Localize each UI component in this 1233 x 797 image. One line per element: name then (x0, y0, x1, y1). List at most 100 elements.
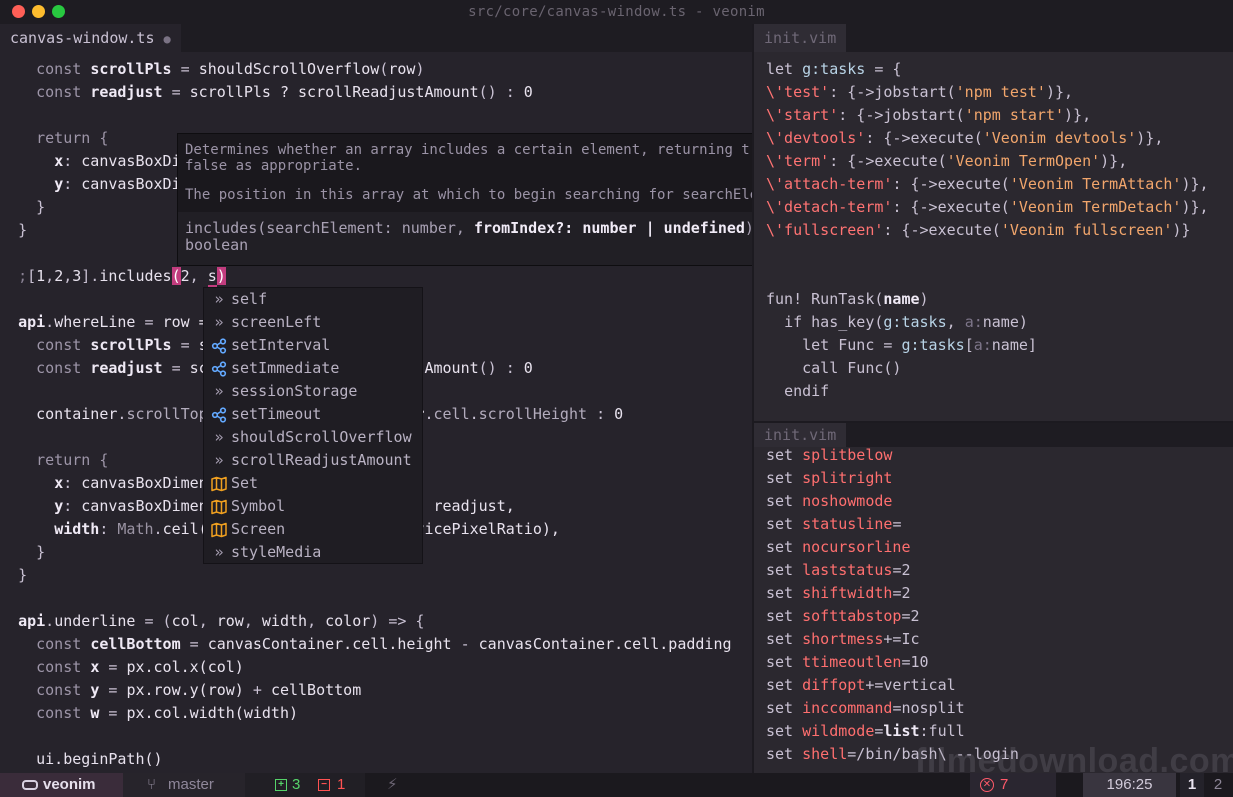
code-line: if has_key(g:tasks, a:name) (784, 313, 1028, 331)
completion-item[interactable]: Symbol (204, 495, 422, 518)
code-line: \'term': {->execute('Veonim TermOpen')}, (766, 152, 1128, 170)
window-title: src/core/canvas-window.ts - veonim (468, 4, 765, 20)
code-line: \'attach-term': {->execute('Veonim TermA… (766, 175, 1209, 193)
hover-documentation-popup: Determines whether an array includes a c… (177, 133, 831, 266)
tab-label: canvas-window.ts (10, 29, 155, 47)
text-icon: » (214, 290, 224, 308)
param-documentation: The position in this array at which to b… (185, 187, 801, 203)
code-line: const x = px.col.x(col) (36, 658, 244, 676)
completion-item[interactable]: Screen (204, 518, 422, 541)
code-line: } (36, 543, 46, 561)
code-line: api.underline = (col, row, width, color)… (18, 612, 425, 630)
completion-label: Set (231, 474, 259, 492)
tab-bar: canvas-window.ts ● (0, 24, 752, 52)
completion-item[interactable]: setTimeout (204, 403, 422, 426)
code-line: set wildmode=list:full (766, 722, 965, 740)
signature-active-param: fromIndex?: number | undefined (473, 219, 745, 237)
text-icon: » (214, 382, 224, 400)
code-line: endif (784, 382, 830, 400)
signature-line: includes(searchElement: number, fromInde… (185, 220, 815, 237)
code-line: \'fullscreen': {->execute('Veonim fullsc… (766, 221, 1191, 239)
completion-label: Screen (231, 520, 286, 538)
code-line: } (18, 221, 28, 239)
code-line: return { (36, 129, 109, 147)
completion-item[interactable]: setInterval (204, 334, 422, 357)
deletions-count: 1 (337, 776, 346, 793)
completion-label: sessionStorage (231, 382, 358, 400)
signature-return-type: boolean (185, 236, 249, 254)
doc-description-line: false as appropriate. (185, 158, 363, 174)
code-line: const w = px.col.width(width) (36, 704, 299, 722)
text-icon: » (214, 543, 224, 561)
code-line: call Func() (802, 359, 902, 377)
completion-label: screenLeft (231, 313, 322, 331)
completion-label: setTimeout (231, 405, 322, 423)
code-line: set shortmess+=Ic (766, 630, 920, 648)
git-diff-stats[interactable]: + 3 − 1 (245, 773, 365, 797)
completion-label: setInterval (231, 336, 331, 354)
code-line: set shiftwidth=2 (766, 584, 911, 602)
watermark: filmedownload.com (915, 742, 1233, 780)
completion-item[interactable]: » shouldScrollOverflow (204, 426, 422, 449)
code-line: const cellBottom = canvasContainer.cell.… (36, 635, 732, 653)
code-line: set noshowmode (766, 492, 893, 510)
text-icon: » (214, 451, 224, 469)
code-line: api.whereLine = row => { (18, 313, 235, 331)
code-line: const scrollPls = shouldScrollOverflow(r… (36, 60, 425, 78)
code-line: set softtabstop=2 (766, 607, 920, 625)
code-line: ui.beginPath() (36, 750, 163, 768)
code-line: set laststatus=2 (766, 561, 911, 579)
project-indicator[interactable]: veonim (0, 773, 123, 797)
project-name: veonim (43, 776, 96, 793)
code-line: } (36, 198, 46, 216)
editor-pane-right-bottom[interactable]: init.vim set splitbelow set splitright s… (754, 423, 1233, 773)
completion-item[interactable]: » styleMedia (204, 541, 422, 564)
text-icon: » (214, 428, 224, 446)
completion-item[interactable]: Set (204, 472, 422, 495)
completion-label: shouldScrollOverflow (231, 428, 412, 446)
completion-label: setImmediate (231, 359, 340, 377)
tab-init-vim[interactable]: init.vim (754, 24, 847, 52)
drive-icon (22, 780, 38, 790)
completion-label: Symbol (231, 497, 286, 515)
code-line: const readjust = scrollPls ? scrollReadj… (36, 83, 533, 101)
modified-indicator-icon: ● (163, 32, 171, 46)
code-line: const y = px.row.y(row) + cellBottom (36, 681, 362, 699)
tab-bar: init.vim (754, 24, 1233, 52)
code-line: \'test': {->jobstart('npm test')}, (766, 83, 1074, 101)
completion-label: self (231, 290, 268, 308)
code-line: \'start': {->jobstart('npm start')}, (766, 106, 1092, 124)
code-line: set diffopt+=vertical (766, 676, 956, 694)
additions-icon: + (275, 779, 287, 791)
doc-description-line: Determines whether an array includes a c… (185, 142, 801, 158)
code-line: let Func = g:tasks[a:name] (802, 336, 1037, 354)
signature-prefix: includes(searchElement: number, (185, 219, 474, 237)
code-line: set splitbelow (766, 446, 893, 464)
code-line: return { (36, 451, 109, 469)
editor-pane-right-top[interactable]: init.vim let g:tasks = { \'test': {->job… (754, 24, 1233, 421)
completion-item[interactable]: » self (204, 288, 422, 311)
additions-count: 3 (292, 776, 301, 793)
completion-label: scrollReadjustAmount (231, 451, 412, 469)
code-line: set nocursorline (766, 538, 911, 556)
code-line: set splitright (766, 469, 893, 487)
completion-item[interactable]: setImmediate (204, 357, 422, 380)
code-line: let g:tasks = { (766, 60, 902, 78)
code-line: \'detach-term': {->execute('Veonim TermD… (766, 198, 1209, 216)
autocomplete-menu[interactable]: » self » screenLeft setInterval setImmedia… (203, 287, 423, 564)
signature-help: includes(searchElement: number, fromInde… (178, 212, 830, 265)
code-line: } (18, 566, 28, 584)
git-branch-icon: ⑂ (147, 776, 157, 793)
completion-item[interactable]: » screenLeft (204, 311, 422, 334)
git-branch-indicator[interactable]: ⑂ master (123, 773, 245, 797)
tab-canvas-window[interactable]: canvas-window.ts ● (0, 24, 181, 52)
completion-item[interactable]: » scrollReadjustAmount (204, 449, 422, 472)
completion-label: styleMedia (231, 543, 322, 561)
code-line-current: ;[1,2,3].includes(2, s) (18, 267, 226, 287)
code-line: set statusline= (766, 515, 902, 533)
text-icon: » (214, 313, 224, 331)
code-line: set inccommand=nosplit (766, 699, 965, 717)
completion-item[interactable]: » sessionStorage (204, 380, 422, 403)
branch-name: master (168, 776, 214, 793)
deletions-icon: − (318, 779, 330, 791)
